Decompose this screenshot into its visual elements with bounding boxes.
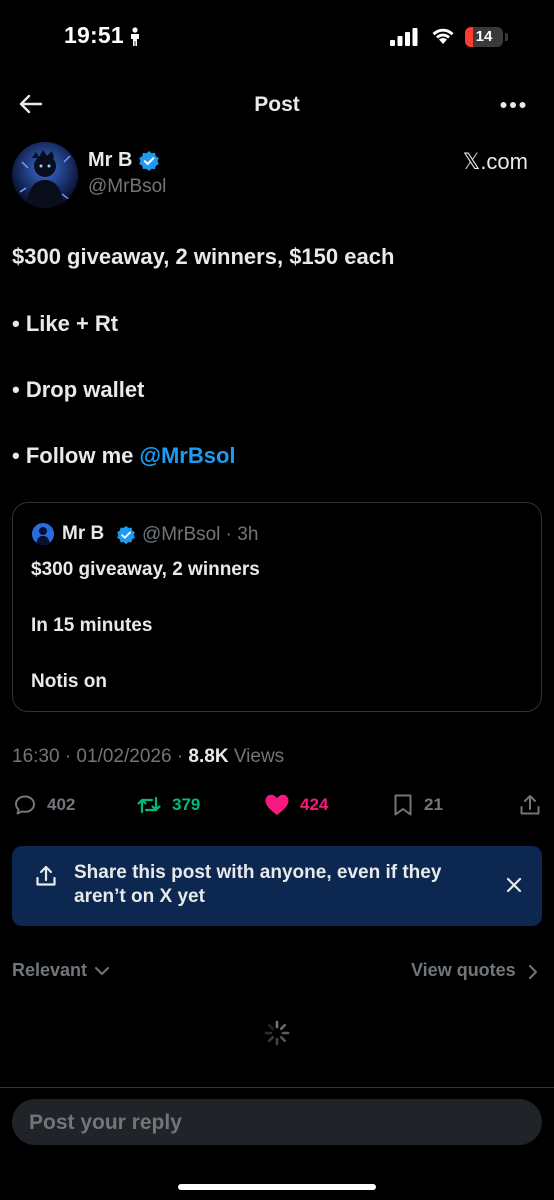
battery-cap <box>505 33 508 41</box>
quoted-author-avatar <box>32 523 54 545</box>
like-button[interactable]: 424 <box>264 792 328 818</box>
repost-button[interactable]: 379 <box>136 792 200 818</box>
post-text-line: $300 giveaway, 2 winners, $150 each <box>12 244 395 269</box>
bookmark-icon <box>394 794 412 816</box>
reply-count: 402 <box>47 795 76 814</box>
source-link[interactable]: 𝕏.com <box>463 149 528 175</box>
home-indicator[interactable] <box>178 1184 376 1190</box>
share-button[interactable] <box>518 792 542 818</box>
battery-indicator: 14 <box>465 27 503 47</box>
status-time: 19:51 <box>64 22 124 48</box>
post-timestamp: 16:30 · 01/02/2026 · <box>12 746 189 767</box>
bookmark-count: 21 <box>424 795 443 814</box>
avatar-image <box>12 142 78 208</box>
like-count: 424 <box>300 795 329 814</box>
author-avatar[interactable] <box>12 142 78 208</box>
battery-level: 14 <box>475 28 493 45</box>
quoted-author-meta: @MrBsol · 3h <box>142 524 259 545</box>
person-icon <box>131 27 139 46</box>
reply-icon <box>15 795 35 815</box>
verified-badge-icon <box>117 525 135 545</box>
sort-relevant-dropdown[interactable]: Relevant <box>12 960 87 981</box>
reply-composer[interactable] <box>12 1099 542 1147</box>
share-icon <box>36 865 56 886</box>
reply-input[interactable] <box>27 1099 521 1147</box>
view-quotes-link[interactable]: View quotes <box>411 960 516 981</box>
post-text-line: • Follow me @MrBsol <box>12 443 236 469</box>
close-icon[interactable] <box>506 877 522 893</box>
chevron-right-icon <box>529 965 537 979</box>
loading-spinner-icon <box>264 1020 290 1046</box>
share-banner-text: Share this post with anyone, even if the… <box>74 862 442 907</box>
quoted-text-line: $300 giveaway, 2 winners <box>31 559 260 580</box>
post-text-follow: • Follow me <box>12 443 140 468</box>
verified-badge-icon <box>139 151 159 171</box>
reply-divider <box>0 1087 554 1088</box>
views-label: Views <box>228 746 285 767</box>
heart-icon <box>265 794 289 815</box>
repost-count: 379 <box>172 795 201 814</box>
views-count[interactable]: 8.8K <box>188 746 228 767</box>
author-name[interactable]: Mr B <box>88 149 132 172</box>
quoted-text-line: In 15 minutes <box>31 615 153 636</box>
more-options-icon[interactable] <box>500 101 526 109</box>
quoted-avatar-image <box>32 523 54 545</box>
post-text-line: • Like + Rt <box>12 311 119 336</box>
quoted-author-name: Mr B <box>62 523 105 544</box>
mention-link[interactable]: @MrBsol <box>140 443 236 468</box>
quoted-text-line: Notis on <box>31 671 107 692</box>
page-title: Post <box>254 93 300 116</box>
author-handle[interactable]: @MrBsol <box>88 176 166 198</box>
post-text-line: • Drop wallet <box>12 377 145 402</box>
signal-icon <box>390 28 418 46</box>
repost-icon <box>137 796 161 814</box>
post-timestamp-views: 16:30 · 01/02/2026 · 8.8K Views <box>12 746 284 768</box>
reply-button[interactable]: 402 <box>13 792 75 818</box>
chevron-down-icon <box>95 967 109 975</box>
bookmark-button[interactable]: 21 <box>392 792 443 818</box>
wifi-icon <box>432 28 454 44</box>
share-icon <box>520 795 540 815</box>
